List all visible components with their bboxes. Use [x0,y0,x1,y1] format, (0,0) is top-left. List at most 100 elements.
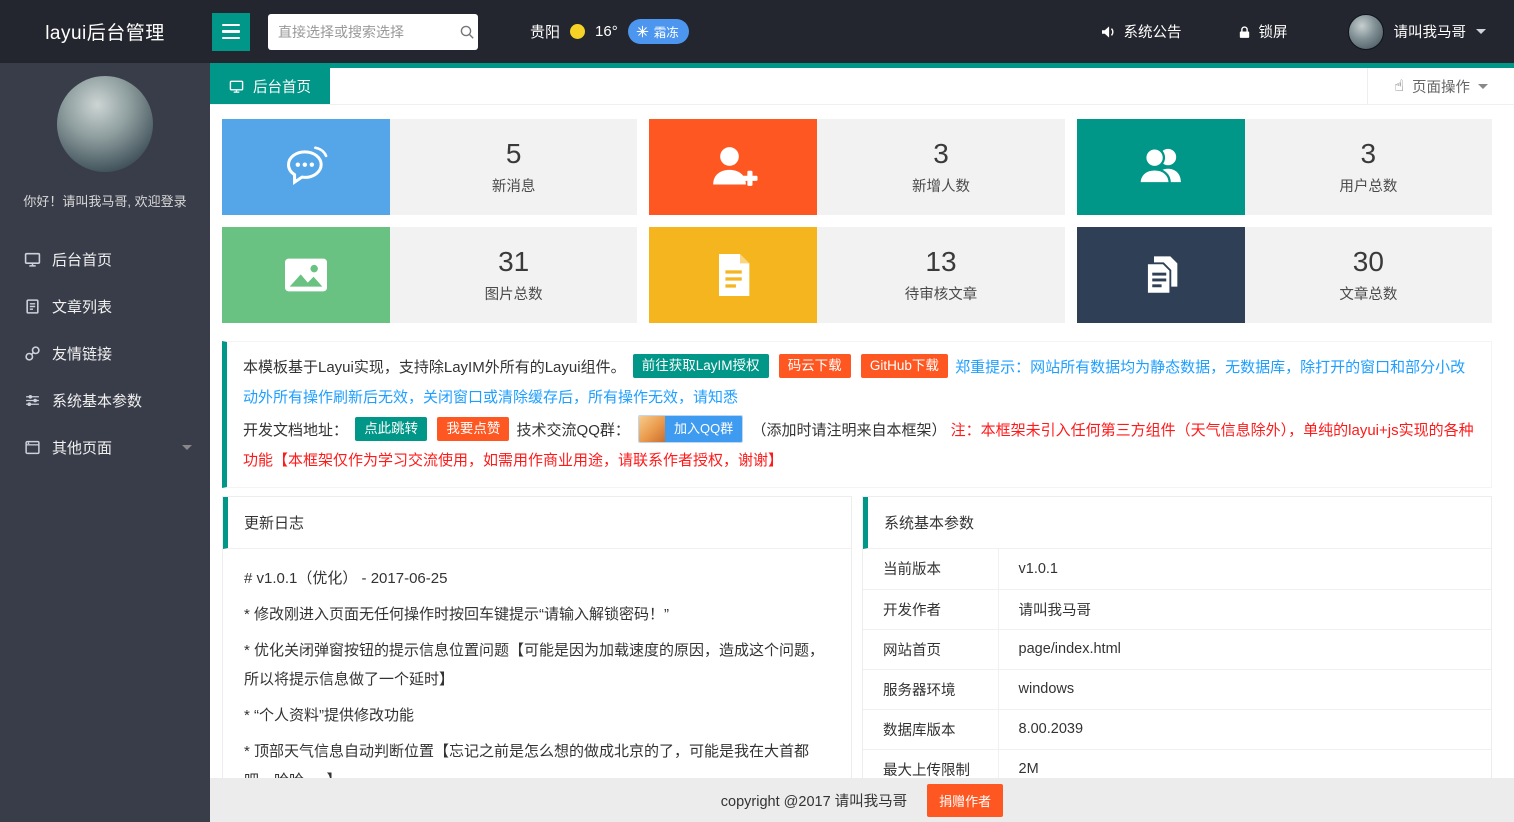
monitor-icon [24,251,41,268]
changelog-line: * 顶部天气信息自动判断位置【忘记之前是怎么想的做成北京的了，可能是我在大首都吧… [244,737,831,778]
page-actions-dropdown[interactable]: ☝ 页面操作 [1367,68,1514,104]
stat-value: 3 [1361,138,1377,170]
stat-value: 31 [498,246,529,278]
qq-group-image [639,416,665,442]
stat-card-total-articles: 30 文章总数 [1077,227,1492,323]
top-header: layui后台管理 贵阳 16° 霜冻 系统公告 锁屏 请 [0,0,1514,63]
notice-intro: 本模板基于Layui实现，支持除LayIM外所有的Layui组件。 [243,359,626,376]
sidebar-greeting: 你好！请叫我马哥, 欢迎登录 [0,191,210,210]
hand-pointer-icon: ☝ [1394,76,1404,96]
copyright-text: copyright @2017 请叫我马哥 [721,790,907,811]
stat-card-images: 31 图片总数 [222,227,637,323]
search-input[interactable] [278,24,459,40]
users-icon[interactable] [1077,119,1245,215]
stat-label: 文章总数 [1339,283,1397,304]
sidebar: 你好！请叫我马哥, 欢迎登录 后台首页 文章列表 友情链接 [0,63,210,822]
join-qq-group-button[interactable]: 加入QQ群 [638,415,743,443]
tab-dashboard[interactable]: 后台首页 [210,68,330,104]
table-row: 数据库版本 8.00.2039 [863,709,1491,749]
changelog-line: * 修改刚进入页面无任何操作时按回车键提示“请输入解锁密码！” [244,600,831,629]
changelog-title: 更新日志 [223,497,851,549]
sidebar-item-articles[interactable]: 文章列表 [0,283,210,330]
github-download-button[interactable]: GitHub下载 [861,354,948,378]
search-icon[interactable] [459,24,475,40]
changelog-body: # v1.0.1（优化） - 2017-06-25 * 修改刚进入页面无任何操作… [223,549,851,778]
qq-note: （添加时请注明来自本框架） [751,422,946,439]
stat-label: 新增人数 [912,175,970,196]
changelog-line: * “个人资料”提供修改功能 [244,701,831,730]
gitee-download-button[interactable]: 码云下载 [779,354,851,378]
notice-block: 本模板基于Layui实现，支持除LayIM外所有的Layui组件。 前往获取La… [222,341,1492,488]
chevron-down-icon [1476,29,1486,39]
donate-button[interactable]: 捐赠作者 [927,784,1003,817]
app-title: layui后台管理 [0,18,210,45]
stat-label: 新消息 [492,175,536,196]
stat-card-new-users: 3 新增人数 [649,119,1064,215]
sidebar-menu: 后台首页 文章列表 友情链接 系统基本参数 [0,236,210,471]
frost-icon [636,25,649,38]
table-row: 服务器环境 windows [863,669,1491,709]
lock-icon [1237,24,1252,40]
docs-label: 开发文档地址： [243,422,348,439]
stat-card-total-users: 3 用户总数 [1077,119,1492,215]
sidebar-item-other-pages[interactable]: 其他页面 [0,424,210,471]
stat-label: 待审核文章 [905,283,978,304]
stat-value: 5 [506,138,522,170]
stat-card-messages: 5 新消息 [222,119,637,215]
chevron-down-icon [1478,84,1488,94]
stat-value: 13 [925,246,956,278]
weather-temp: 16° [595,23,618,40]
footer: copyright @2017 请叫我马哥 捐赠作者 [210,778,1514,822]
settings-icon [24,392,41,409]
stat-label: 用户总数 [1339,175,1397,196]
chat-bubble-icon[interactable] [222,119,390,215]
search-box[interactable] [268,14,478,50]
sidebar-avatar[interactable] [57,76,153,172]
stat-value: 30 [1353,246,1384,278]
image-icon[interactable] [222,227,390,323]
documents-icon[interactable] [1077,227,1245,323]
weather-condition-badge: 霜冻 [628,19,689,44]
speaker-icon [1100,24,1117,40]
table-row: 网站首页 page/index.html [863,629,1491,669]
pages-icon [24,439,41,456]
hamburger-icon [222,24,240,27]
system-params-panel: 系统基本参数 当前版本 v1.0.1 开发作者 请叫我马哥 网站首页 page/ [862,496,1492,778]
changelog-panel: 更新日志 # v1.0.1（优化） - 2017-06-25 * 修改刚进入页面… [222,496,852,778]
weather-widget: 贵阳 16° 霜冻 [530,19,689,44]
table-row: 当前版本 v1.0.1 [863,549,1491,589]
sidebar-item-links[interactable]: 友情链接 [0,330,210,377]
changelog-line: * 优化关闭弹窗按钮的提示信息位置问题【可能是因为加载速度的原因，造成这个问题，… [244,636,831,694]
user-avatar[interactable] [1348,14,1384,50]
dashboard-content: 5 新消息 3 新增人数 [210,105,1514,778]
username: 请叫我马哥 [1394,21,1467,42]
system-params-title: 系统基本参数 [863,497,1491,549]
tab-bar: 后台首页 ☝ 页面操作 [210,63,1514,105]
hamburger-menu-button[interactable] [212,13,250,51]
user-menu[interactable]: 请叫我马哥 [1348,14,1487,50]
link-icon [24,345,41,362]
stat-cards: 5 新消息 3 新增人数 [222,119,1492,323]
stat-value: 3 [933,138,949,170]
sun-icon [570,24,585,39]
document-icon[interactable] [649,227,817,323]
sidebar-item-dashboard[interactable]: 后台首页 [0,236,210,283]
qq-group-label: 技术交流QQ群： [517,422,630,439]
user-add-icon[interactable] [649,119,817,215]
system-params-table: 当前版本 v1.0.1 开发作者 请叫我马哥 网站首页 page/index.h… [863,549,1491,778]
stat-label: 图片总数 [485,283,543,304]
weather-city: 贵阳 [530,21,560,42]
monitor-icon [229,79,244,94]
sidebar-item-system-params[interactable]: 系统基本参数 [0,377,210,424]
system-announcement-button[interactable]: 系统公告 [1100,21,1182,42]
table-row: 最大上传限制 2M [863,749,1491,778]
article-icon [24,298,41,315]
changelog-line: # v1.0.1（优化） - 2017-06-25 [244,564,831,593]
docs-jump-button[interactable]: 点此跳转 [355,417,427,441]
stat-card-pending-articles: 13 待审核文章 [649,227,1064,323]
table-row: 开发作者 请叫我马哥 [863,589,1491,629]
like-button[interactable]: 我要点赞 [437,417,509,441]
layim-auth-button[interactable]: 前往获取LayIM授权 [633,354,769,378]
chevron-down-icon [182,445,192,455]
lock-screen-button[interactable]: 锁屏 [1237,21,1288,42]
